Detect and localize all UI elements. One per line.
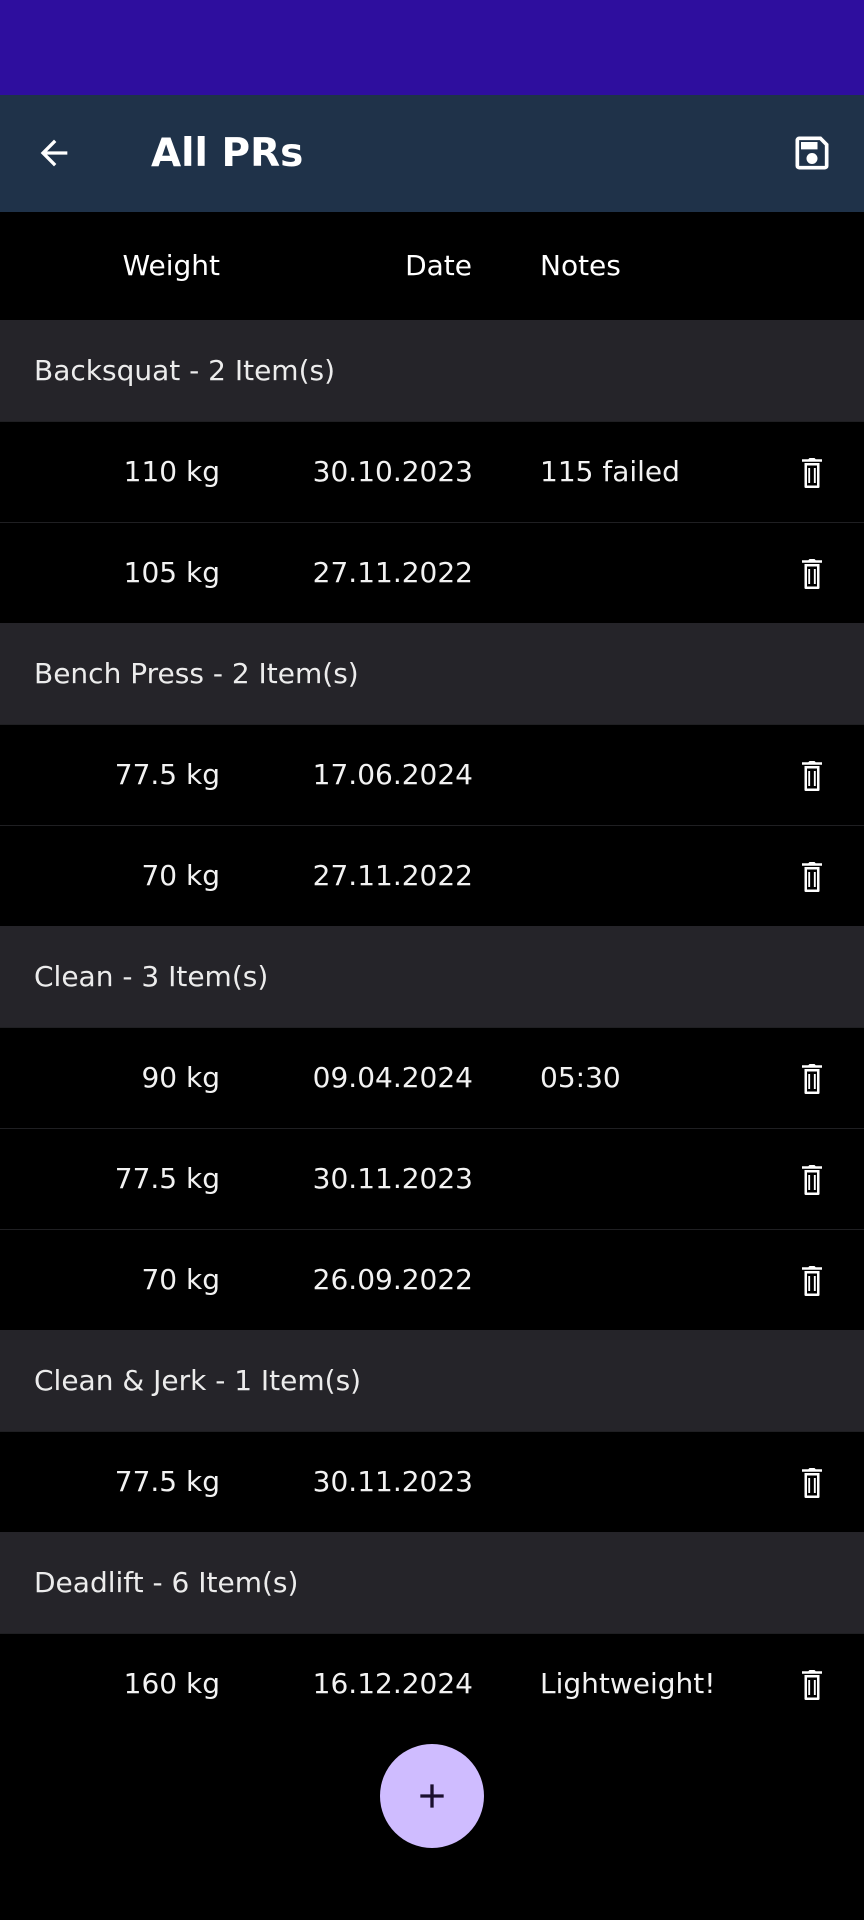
group-header[interactable]: Deadlift - 6 Item(s)	[0, 1532, 864, 1633]
group-header[interactable]: Bench Press - 2 Item(s)	[0, 623, 864, 724]
delete-button[interactable]	[788, 1462, 836, 1504]
delete-button[interactable]	[788, 1664, 836, 1706]
pr-row[interactable]: 70 kg 26.09.2022	[0, 1229, 864, 1330]
pr-row[interactable]: 70 kg 27.11.2022	[0, 825, 864, 926]
delete-button[interactable]	[788, 755, 836, 797]
weight-value: 160 kg	[123, 1667, 220, 1700]
plus-icon	[420, 1784, 444, 1808]
weight-value: 77.5 kg	[114, 758, 220, 791]
status-bar	[0, 0, 864, 95]
save-icon	[795, 136, 829, 170]
weight-value: 90 kg	[141, 1061, 220, 1094]
weight-value: 70 kg	[141, 859, 220, 892]
date-value: 09.04.2024	[312, 1061, 473, 1094]
date-value: 30.11.2023	[312, 1465, 473, 1498]
group-title: Bench Press - 2 Item(s)	[34, 657, 359, 690]
trash-icon	[802, 862, 822, 892]
date-value: 26.09.2022	[312, 1263, 473, 1296]
column-date-label: Date	[405, 249, 472, 282]
delete-button[interactable]	[788, 452, 836, 494]
pr-row[interactable]: 105 kg 27.11.2022	[0, 522, 864, 623]
app-bar: All PRs	[0, 95, 864, 212]
group-title: Clean & Jerk - 1 Item(s)	[34, 1364, 362, 1397]
group-header[interactable]: Backsquat - 2 Item(s)	[0, 320, 864, 421]
pr-row[interactable]: 160 kg 16.12.2024 Lightweight!	[0, 1633, 864, 1734]
pr-row[interactable]: 110 kg 30.10.2023 115 failed	[0, 421, 864, 522]
weight-value: 77.5 kg	[114, 1162, 220, 1195]
date-value: 27.11.2022	[312, 859, 473, 892]
column-weight-label: Weight	[122, 249, 220, 282]
date-value: 16.12.2024	[312, 1667, 473, 1700]
notes-value: Lightweight!	[540, 1667, 716, 1700]
back-button[interactable]	[22, 121, 86, 185]
trash-icon	[802, 761, 822, 791]
arrow-back-icon	[40, 139, 68, 167]
date-value: 17.06.2024	[312, 758, 473, 791]
group-header[interactable]: Clean - 3 Item(s)	[0, 926, 864, 1027]
weight-value: 110 kg	[123, 455, 220, 488]
add-pr-button[interactable]	[380, 1744, 484, 1848]
group-title: Deadlift - 6 Item(s)	[34, 1566, 299, 1599]
delete-button[interactable]	[788, 1159, 836, 1201]
delete-button[interactable]	[788, 553, 836, 595]
pr-row[interactable]: 90 kg 09.04.2024 05:30	[0, 1027, 864, 1128]
trash-icon	[802, 458, 822, 488]
date-value: 30.11.2023	[312, 1162, 473, 1195]
trash-icon	[802, 1670, 822, 1700]
page-title: All PRs	[151, 131, 304, 176]
trash-icon	[802, 1064, 822, 1094]
group-title: Clean - 3 Item(s)	[34, 960, 269, 993]
pr-row[interactable]: 77.5 kg 30.11.2023	[0, 1431, 864, 1532]
delete-button[interactable]	[788, 856, 836, 898]
pr-list[interactable]: Backsquat - 2 Item(s) 110 kg 30.10.2023 115…	[0, 320, 864, 1734]
weight-value: 77.5 kg	[114, 1465, 220, 1498]
notes-value: 05:30	[540, 1061, 621, 1094]
date-value: 27.11.2022	[312, 556, 473, 589]
column-header: Weight Date Notes	[0, 212, 864, 320]
weight-value: 105 kg	[123, 556, 220, 589]
pr-row[interactable]: 77.5 kg 17.06.2024	[0, 724, 864, 825]
delete-button[interactable]	[788, 1058, 836, 1100]
notes-value: 115 failed	[540, 455, 680, 488]
trash-icon	[802, 559, 822, 589]
delete-button[interactable]	[788, 1260, 836, 1302]
pr-row[interactable]: 77.5 kg 30.11.2023	[0, 1128, 864, 1229]
trash-icon	[802, 1266, 822, 1296]
date-value: 30.10.2023	[312, 455, 473, 488]
trash-icon	[802, 1468, 822, 1498]
column-notes-label: Notes	[540, 249, 621, 282]
weight-value: 70 kg	[141, 1263, 220, 1296]
save-button[interactable]	[780, 121, 844, 185]
trash-icon	[802, 1165, 822, 1195]
group-header[interactable]: Clean & Jerk - 1 Item(s)	[0, 1330, 864, 1431]
group-title: Backsquat - 2 Item(s)	[34, 354, 336, 387]
